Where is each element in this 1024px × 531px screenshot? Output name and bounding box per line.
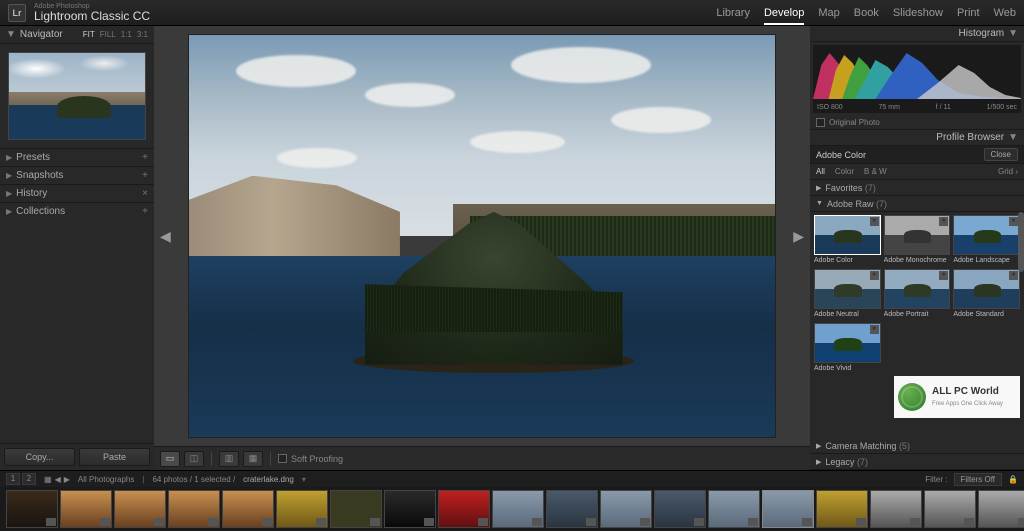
source-label[interactable]: All Photographs — [78, 475, 134, 484]
exif-aperture: f / 11 — [936, 104, 951, 111]
forward-icon[interactable]: ▶ — [64, 475, 70, 484]
film-thumb[interactable] — [924, 490, 976, 528]
film-thumb[interactable] — [168, 490, 220, 528]
filter-all[interactable]: All — [816, 167, 825, 176]
collections-section[interactable]: ▶Collections+ — [0, 202, 154, 220]
app-logo: Lr — [8, 4, 26, 22]
filename: craterlake.dng — [243, 475, 294, 484]
profile-adobe-standard[interactable]: ★Adobe Standard — [953, 269, 1020, 320]
navigator-preview[interactable] — [8, 52, 146, 140]
monitor-2[interactable]: 2 — [22, 473, 36, 485]
photo-count: 64 photos / 1 selected / — [152, 475, 235, 484]
zoom-fill[interactable]: FILL — [100, 30, 116, 39]
compare-icon[interactable]: ▥ — [219, 451, 239, 467]
watermark: ALL PC WorldFree Apps One Click Away — [894, 376, 1020, 418]
scrollbar-thumb[interactable] — [1018, 212, 1024, 272]
camera-matching-section[interactable]: ▶Camera Matching (5) — [810, 438, 1024, 454]
film-thumb[interactable] — [276, 490, 328, 528]
filter-lock-icon[interactable]: 🔒 — [1008, 475, 1018, 484]
film-thumb[interactable] — [492, 490, 544, 528]
film-thumb[interactable] — [222, 490, 274, 528]
profile-grid-link[interactable]: Grid › — [998, 167, 1018, 176]
film-thumb[interactable] — [438, 490, 490, 528]
exif-iso: ISO 800 — [817, 104, 843, 111]
loupe-view-icon[interactable]: ▭ — [160, 451, 180, 467]
module-slideshow[interactable]: Slideshow — [893, 7, 943, 19]
legacy-section[interactable]: ▶Legacy (7) — [810, 454, 1024, 470]
snapshots-section[interactable]: ▶Snapshots+ — [0, 166, 154, 184]
current-profile: Adobe Color — [816, 150, 866, 160]
profile-adobe-vivid[interactable]: ★Adobe Vivid — [814, 323, 881, 374]
main-photo[interactable] — [188, 34, 776, 438]
film-thumb[interactable] — [870, 490, 922, 528]
film-thumb[interactable] — [978, 490, 1024, 528]
filter-bw[interactable]: B & W — [864, 167, 887, 176]
next-photo-icon[interactable]: ▶ — [793, 228, 804, 245]
filter-dropdown[interactable]: Filters Off — [954, 473, 1003, 486]
paste-button[interactable]: Paste — [79, 448, 150, 466]
navigator-title: Navigator — [20, 29, 63, 40]
histogram-title: Histogram — [959, 28, 1005, 39]
original-photo-checkbox[interactable] — [816, 118, 825, 127]
back-icon[interactable]: ◀ — [55, 475, 61, 484]
exif-shutter: 1/500 sec — [987, 104, 1017, 111]
film-thumb[interactable] — [600, 490, 652, 528]
module-library[interactable]: Library — [716, 7, 750, 19]
globe-icon — [898, 383, 926, 411]
profile-adobe-mono[interactable]: ★Adobe Monochrome — [884, 215, 951, 266]
original-photo-label: Original Photo — [829, 118, 880, 127]
soft-proof-label: Soft Proofing — [291, 454, 343, 464]
film-thumb[interactable] — [546, 490, 598, 528]
profile-adobe-landscape[interactable]: ★Adobe Landscape — [953, 215, 1020, 266]
zoom-3-1[interactable]: 3:1 — [137, 30, 148, 39]
filter-color[interactable]: Color — [835, 167, 854, 176]
soft-proof-checkbox[interactable] — [278, 454, 287, 463]
film-thumb[interactable] — [708, 490, 760, 528]
grid-view-icon[interactable]: ▦ — [44, 475, 52, 484]
profile-adobe-neutral[interactable]: ★Adobe Neutral — [814, 269, 881, 320]
zoom-1-1[interactable]: 1:1 — [121, 30, 132, 39]
profile-adobe-portrait[interactable]: ★Adobe Portrait — [884, 269, 951, 320]
presets-section[interactable]: ▶Presets+ — [0, 148, 154, 166]
zoom-fit[interactable]: FIT — [83, 30, 95, 39]
profile-adobe-color[interactable]: ★Adobe Color — [814, 215, 881, 266]
prev-photo-icon[interactable]: ◀ — [160, 228, 171, 245]
film-thumb[interactable] — [6, 490, 58, 528]
module-map[interactable]: Map — [818, 7, 839, 19]
survey-icon[interactable]: ▦ — [243, 451, 263, 467]
navigator-toggle-icon[interactable]: ▼ — [6, 29, 16, 40]
app-title: Lightroom Classic CC — [34, 10, 150, 22]
adobe-raw-section[interactable]: ▼Adobe Raw (7) — [810, 196, 1024, 212]
filter-label: Filter : — [925, 475, 947, 484]
film-thumb[interactable] — [114, 490, 166, 528]
module-print[interactable]: Print — [957, 7, 980, 19]
before-after-icon[interactable]: ◫ — [184, 451, 204, 467]
filmstrip[interactable] — [0, 487, 1024, 531]
module-web[interactable]: Web — [994, 7, 1016, 19]
film-thumb[interactable] — [762, 490, 814, 528]
module-develop[interactable]: Develop — [764, 7, 804, 19]
module-book[interactable]: Book — [854, 7, 879, 19]
histogram[interactable]: ISO 800 75 mm f / 11 1/500 sec — [813, 45, 1021, 113]
favorites-section[interactable]: ▶Favorites (7) — [810, 180, 1024, 196]
film-thumb[interactable] — [384, 490, 436, 528]
monitor-1[interactable]: 1 — [6, 473, 20, 485]
profile-browser-title: Profile Browser — [936, 132, 1004, 143]
close-profile-button[interactable]: Close — [984, 148, 1018, 161]
film-thumb[interactable] — [60, 490, 112, 528]
film-thumb[interactable] — [330, 490, 382, 528]
film-thumb[interactable] — [654, 490, 706, 528]
history-section[interactable]: ▶History× — [0, 184, 154, 202]
exif-focal: 75 mm — [879, 104, 900, 111]
film-thumb[interactable] — [816, 490, 868, 528]
copy-button[interactable]: Copy... — [4, 448, 75, 466]
